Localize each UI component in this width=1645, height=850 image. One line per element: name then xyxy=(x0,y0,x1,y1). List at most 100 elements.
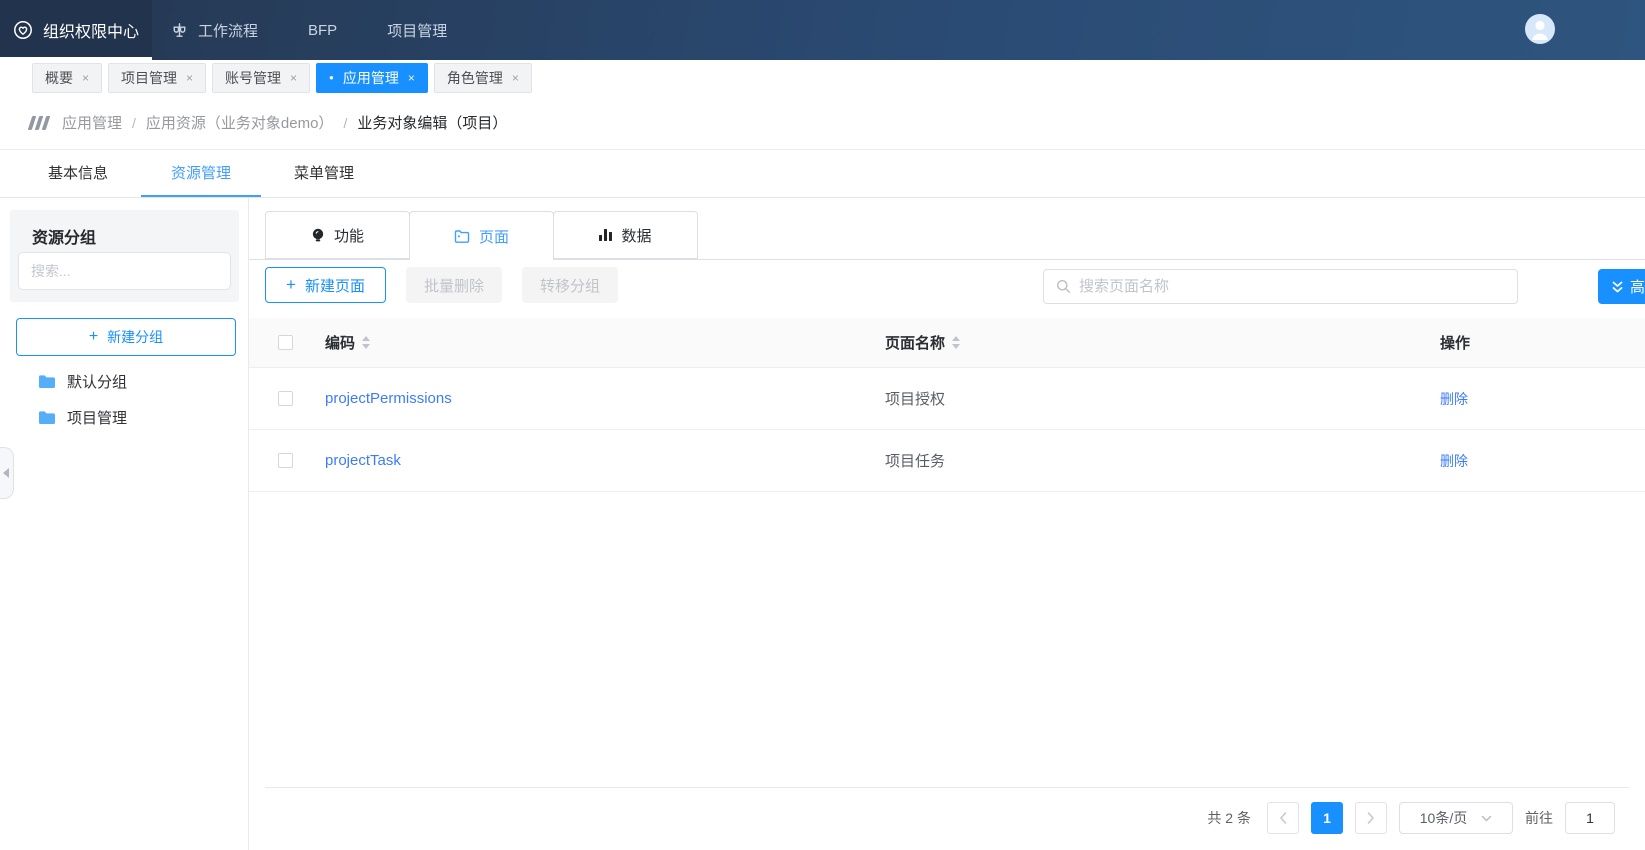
batch-delete-button[interactable]: 批量删除 xyxy=(406,267,502,303)
chevron-right-icon xyxy=(1367,812,1375,824)
row-checkbox[interactable] xyxy=(278,453,293,468)
topbar: 组织权限中心 工作流程 BFP 项目管理 xyxy=(0,0,1645,60)
delete-link[interactable]: 删除 xyxy=(1440,389,1468,409)
nav-item-label: 项目管理 xyxy=(387,20,447,41)
opened-tab-overview[interactable]: 概要 × xyxy=(32,63,102,93)
new-group-label: 新建分组 xyxy=(107,327,163,347)
page-name-cell: 项目授权 xyxy=(885,388,945,409)
close-icon[interactable]: × xyxy=(290,72,297,84)
sort-carets-icon[interactable] xyxy=(952,336,960,349)
nav-item-workflow[interactable]: 工作流程 xyxy=(170,20,258,41)
bulb-icon xyxy=(311,228,325,243)
breadcrumb-item[interactable]: 应用资源（业务对象demo） xyxy=(146,112,334,133)
group-item-project-mgmt[interactable]: 项目管理 xyxy=(0,399,249,435)
resource-group-sidebar: 资源分组 + 新建分组 默认分组 项目管理 xyxy=(0,198,249,850)
plus-icon: + xyxy=(89,328,98,346)
opened-tab-project-mgmt[interactable]: 项目管理 × xyxy=(108,63,206,93)
advanced-search-button[interactable]: 高 xyxy=(1598,269,1645,304)
nav-item-label: BFP xyxy=(308,22,337,39)
sidebar-collapse-handle[interactable] xyxy=(0,447,14,499)
breadcrumb-current: 业务对象编辑（项目） xyxy=(357,112,507,133)
folder-icon xyxy=(38,410,56,425)
column-header-name[interactable]: 页面名称 xyxy=(885,332,945,353)
sidebar-title: 资源分组 xyxy=(32,224,96,248)
user-avatar[interactable] xyxy=(1525,14,1555,44)
close-icon[interactable]: × xyxy=(408,72,415,84)
brand-label: 组织权限中心 xyxy=(43,18,139,42)
search-icon xyxy=(1056,279,1071,294)
brand-nav-item[interactable]: 组织权限中心 xyxy=(0,0,152,60)
tab-label: 数据 xyxy=(621,225,651,246)
advanced-search-label: 高 xyxy=(1630,276,1645,297)
table-header-row: 编码 页面名称 操作 xyxy=(249,318,1645,368)
row-checkbox[interactable] xyxy=(278,391,293,406)
active-dot-icon: ● xyxy=(329,74,334,82)
tab-data[interactable]: 数据 xyxy=(553,211,698,259)
double-chevron-down-icon xyxy=(1611,280,1624,294)
table-row: projectPermissions 项目授权 删除 xyxy=(249,368,1645,430)
group-search-input[interactable] xyxy=(18,252,231,290)
heart-badge-icon xyxy=(13,20,33,40)
nav-item-project[interactable]: 项目管理 xyxy=(387,20,447,41)
page-code-link[interactable]: projectPermissions xyxy=(325,390,452,407)
close-icon[interactable]: × xyxy=(82,72,89,84)
sidebar-header-panel: 资源分组 xyxy=(10,210,239,302)
prev-page-button[interactable] xyxy=(1267,802,1299,834)
pagination-divider xyxy=(265,787,1629,788)
group-item-label: 项目管理 xyxy=(67,407,127,428)
top-nav: 工作流程 BFP 项目管理 xyxy=(170,0,447,60)
nav-item-bfp[interactable]: BFP xyxy=(308,22,337,39)
table-toolbar: + 新建页面 批量删除 转移分组 xyxy=(265,267,618,303)
new-page-button[interactable]: + 新建页面 xyxy=(265,267,386,303)
plus-icon: + xyxy=(286,275,296,295)
table-row: projectTask 项目任务 删除 xyxy=(249,430,1645,492)
column-header-code[interactable]: 编码 xyxy=(325,332,355,353)
main-content: 功能 页面 数据 + 新建页面 批量删除 转移分组 xyxy=(249,198,1645,850)
tab-menu-mgmt[interactable]: 菜单管理 xyxy=(294,150,354,197)
opened-tab-label: 账号管理 xyxy=(225,68,281,88)
tab-page[interactable]: 页面 xyxy=(409,211,554,260)
page-size-value: 10条/页 xyxy=(1420,808,1467,828)
page-code-link[interactable]: projectTask xyxy=(325,452,401,469)
tab-label: 页面 xyxy=(479,226,509,247)
transfer-group-button[interactable]: 转移分组 xyxy=(522,267,618,303)
page-name-cell: 项目任务 xyxy=(885,450,945,471)
opened-tab-account-mgmt[interactable]: 账号管理 × xyxy=(212,63,310,93)
breadcrumb-separator: / xyxy=(132,115,136,131)
select-all-checkbox[interactable] xyxy=(278,335,293,350)
new-group-button[interactable]: + 新建分组 xyxy=(16,318,236,356)
total-count: 共 2 条 xyxy=(1207,808,1251,828)
page-number-current[interactable]: 1 xyxy=(1311,802,1343,834)
tab-function[interactable]: 功能 xyxy=(265,211,410,259)
page-size-select[interactable]: 10条/页 xyxy=(1399,802,1513,834)
workflow-icon xyxy=(170,21,189,40)
goto-page-input[interactable] xyxy=(1565,802,1615,834)
resource-type-tabs: 功能 页面 数据 xyxy=(265,211,698,260)
group-item-default[interactable]: 默认分组 xyxy=(0,363,249,399)
chevron-left-icon xyxy=(3,468,9,478)
breadcrumb-separator: / xyxy=(343,115,347,131)
opened-tab-app-mgmt-active[interactable]: ● 应用管理 × xyxy=(316,63,428,93)
new-page-label: 新建页面 xyxy=(305,275,365,296)
nav-item-label: 工作流程 xyxy=(198,20,258,41)
opened-tab-role-mgmt[interactable]: 角色管理 × xyxy=(434,63,532,93)
opened-tab-label: 角色管理 xyxy=(447,68,503,88)
breadcrumb: 应用管理 / 应用资源（业务对象demo） / 业务对象编辑（项目） xyxy=(0,96,1645,150)
sort-carets-icon[interactable] xyxy=(362,336,370,349)
tab-basic-info[interactable]: 基本信息 xyxy=(48,150,108,197)
pagination: 共 2 条 1 10条/页 前往 xyxy=(1207,801,1615,835)
opened-tab-label: 概要 xyxy=(45,68,73,88)
close-icon[interactable]: × xyxy=(512,72,519,84)
page-search-input[interactable] xyxy=(1079,278,1505,295)
next-page-button[interactable] xyxy=(1355,802,1387,834)
opened-tab-label: 项目管理 xyxy=(121,68,177,88)
folder-icon xyxy=(38,374,56,389)
page-search-box xyxy=(1043,269,1518,304)
breadcrumb-item[interactable]: 应用管理 xyxy=(62,112,122,133)
tab-resource-mgmt[interactable]: 资源管理 xyxy=(171,150,231,197)
page-folder-icon xyxy=(454,229,470,243)
delete-link[interactable]: 删除 xyxy=(1440,451,1468,471)
opened-tab-label: 应用管理 xyxy=(343,68,399,88)
close-icon[interactable]: × xyxy=(186,72,193,84)
opened-tabs-strip: 概要 × 项目管理 × 账号管理 × ● 应用管理 × 角色管理 × xyxy=(0,60,1645,96)
